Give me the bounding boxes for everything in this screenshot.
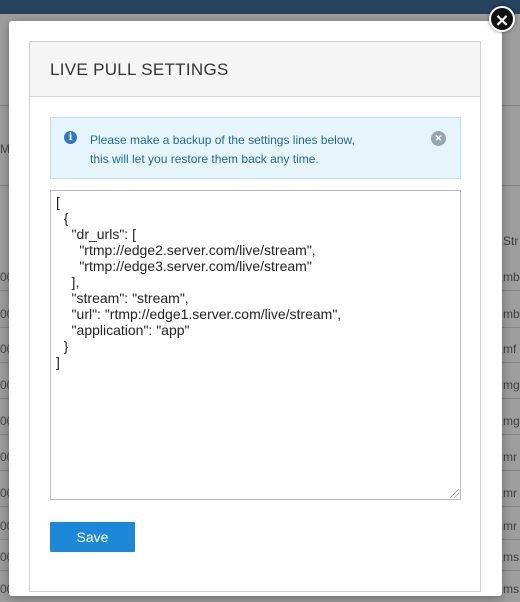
- page-title: LIVE PULL SETTINGS: [50, 60, 229, 79]
- settings-json-text[interactable]: [ { "dr_urls": [ "rtmp://edge2.server.co…: [56, 194, 341, 370]
- modal-close-icon[interactable]: ×: [489, 6, 515, 32]
- settings-panel: LIVE PULL SETTINGS i Please make a backu…: [29, 41, 481, 592]
- live-pull-settings-modal: LIVE PULL SETTINGS i Please make a backu…: [9, 21, 502, 596]
- alert-close-icon[interactable]: ×: [431, 131, 446, 146]
- resize-handle-icon[interactable]: [450, 489, 459, 498]
- settings-textarea[interactable]: [ { "dr_urls": [ "rtmp://edge2.server.co…: [50, 190, 461, 500]
- panel-header: LIVE PULL SETTINGS: [30, 42, 480, 97]
- alert-line-2: this will let you restore them back any …: [90, 152, 319, 166]
- info-icon: i: [64, 131, 77, 144]
- backup-alert: i Please make a backup of the settings l…: [50, 117, 461, 179]
- alert-line-1: Please make a backup of the settings lin…: [90, 133, 355, 147]
- alert-message: Please make a backup of the settings lin…: [90, 131, 355, 169]
- save-button[interactable]: Save: [50, 522, 135, 552]
